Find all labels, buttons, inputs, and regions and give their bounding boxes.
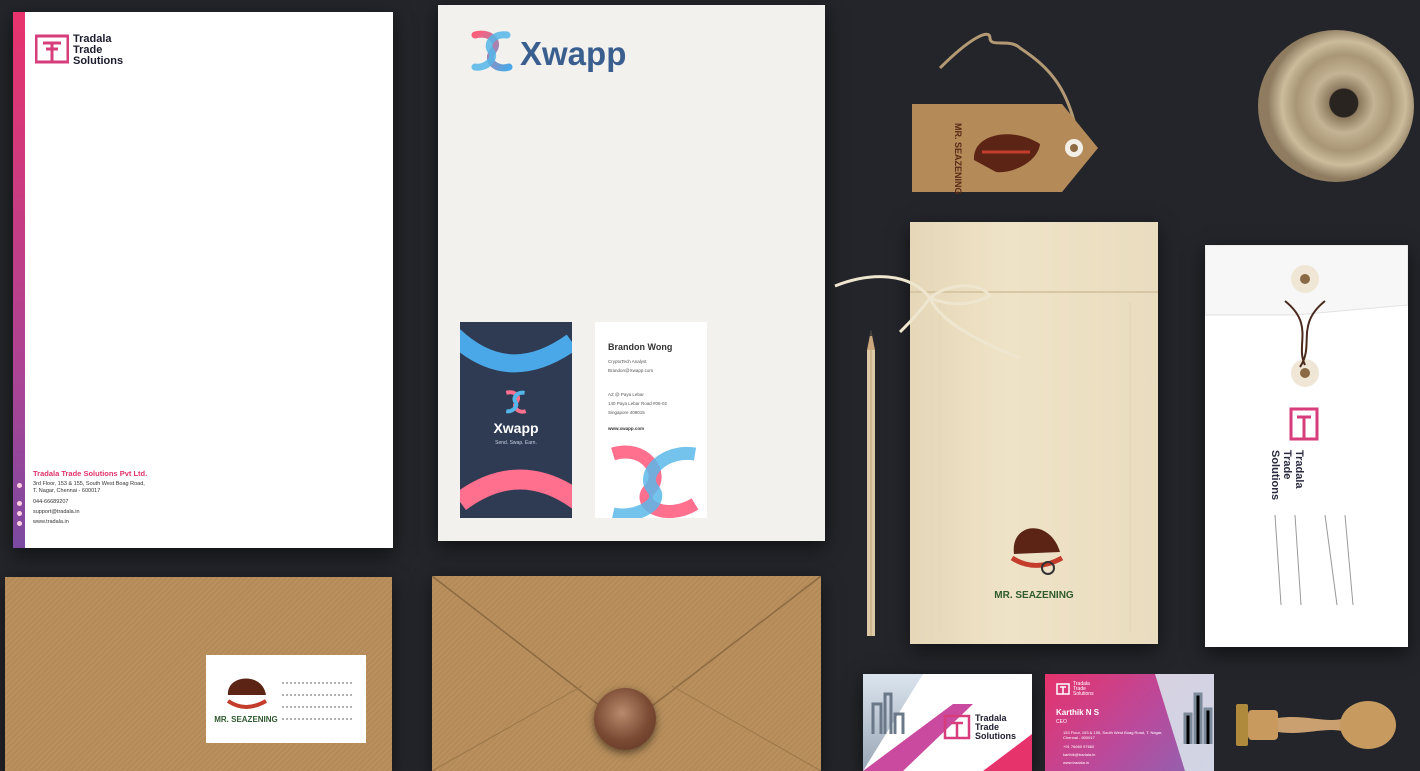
letterhead-company: Tradala Trade Solutions Pvt Ltd. [33,469,148,478]
card-back-skyline-graphic [1155,674,1214,771]
xwapp-title: Xwapp [520,35,627,72]
envelope-brand-line-2: Trade [1281,450,1293,480]
dark-card-brand: Xwapp [493,420,539,436]
mail-icon [17,511,22,516]
envelope-brand-line-3: Solutions [1269,450,1281,501]
xwapp-card-light: Brandon Wong CryptoTech Analyst Brandon@… [595,322,707,518]
xwapp-folder: Xwapp Xwapp Send. Swap. Earn. Brandon Wo… [438,5,825,541]
card-back-email: karthik@tradala.in [1063,752,1096,757]
xwapp-mini-logo-icon [505,390,527,414]
label-graphics [226,678,354,720]
card-address-1: AZ @ Paya Lebar [608,392,644,397]
letterhead-phone: 044-66689207 [33,499,69,505]
tag-brand: MR. SEAZENING [953,123,963,195]
letterhead-address-1: 3rd Floor, 153 & 155, South West Boag Ro… [33,481,145,487]
card-web: www.xwapp.com [608,426,645,431]
twine-ball [1258,30,1414,182]
card-address-3: Singapore 409015 [608,410,645,415]
card-back-logo-icon [1056,683,1070,695]
phone-icon [17,501,22,506]
seazening-hang-tag [912,104,1098,192]
tradala-card-back: Tradala Trade Solutions Karthik N S CEO … [1045,674,1214,771]
wooden-stamp-icon [1236,701,1396,749]
envelope-flap [1205,245,1408,606]
xwapp-card-dark: Xwapp Send. Swap. Earn. [460,322,572,518]
card-name: Brandon Wong [608,342,673,352]
xwapp-logo-icon [471,30,513,72]
letterhead-brand-line-3: Solutions [73,55,124,67]
card-back-phone: +91 76660 97660 [1063,744,1095,749]
pouch-brand: MR. SEAZENING [994,590,1074,601]
card-back-name: Karthik N S [1056,708,1100,717]
card-address-2: 140 Paya Lebar Road #06-02 [608,401,668,406]
pencil [867,330,875,636]
tradala-envelope: Tradala Trade Solutions [1205,245,1408,647]
letterhead: Tradala Trade Solutions Tradala Trade So… [13,12,393,548]
card-front-brand-3: Solutions [975,731,1016,741]
xwapp-large-logo-icon [611,445,699,518]
dark-card-tagline: Send. Swap. Earn. [495,440,537,446]
pouch-string-bow [834,275,1021,360]
card-back-address: 153 Floor, 153 & 155, South West Boag Ro… [1063,730,1163,740]
envelope-address-label: MR. SEAZENING [206,655,366,743]
wax-seal-icon [594,688,656,750]
letterhead-address-2: T. Nagar, Chennai - 600017 [33,488,101,494]
card-back-web: www.tradala.in [1063,760,1090,765]
card-title: CryptoTech Analyst [608,359,647,364]
envelope-brand-line-1: Tradala [1293,450,1305,489]
web-icon [17,521,22,526]
card-back-role: CEO [1056,719,1067,725]
tradala-logo-icon [35,34,69,64]
label-brand: MR. SEAZENING [214,715,278,724]
letterhead-email: support@tradala.in [33,509,80,515]
location-icon [17,483,22,488]
card-back-brand-3: Solutions [1073,691,1094,697]
tradala-card-front: Tradala Trade Solutions [863,674,1032,771]
card-email: Brandon@Xwapp.com [608,368,654,373]
letterhead-side-bar [13,12,25,548]
letterhead-web: www.tradala.in [33,519,69,525]
